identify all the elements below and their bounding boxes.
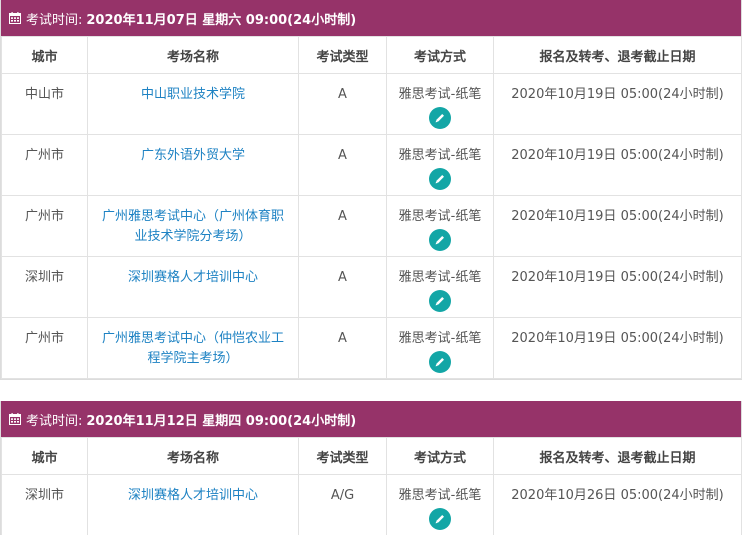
table-row: 广州市 广州雅思考试中心（广州体育职业技术学院分考场） A 雅思考试-纸笔 2020年1…	[1, 195, 742, 257]
venue-link[interactable]: 中山职业技术学院	[141, 87, 245, 102]
column-header-deadline: 报名及转考、退考截止日期	[493, 36, 742, 74]
session-header: 考试时间: 2020年11月07日 星期六 09:00(24小时制)	[1, 0, 741, 36]
exam-session: 考试时间: 2020年11月07日 星期六 09:00(24小时制) 城市 考场名称考…	[0, 0, 742, 380]
section-gap	[0, 380, 742, 401]
method-wrapper: 雅思考试-纸笔	[387, 85, 493, 129]
venue-link[interactable]: 深圳赛格人才培训中心	[128, 488, 258, 503]
venue-cell: 深圳赛格人才培训中心	[87, 256, 299, 318]
method-cell: 雅思考试-纸笔	[386, 195, 494, 257]
type-cell: A/G	[298, 474, 387, 535]
column-header-venue: 考场名称	[87, 437, 299, 475]
deadline-cell: 2020年10月19日 05:00(24小时制)	[493, 73, 742, 135]
table-header-row: 城市 考场名称 考试类型 考试方式 报名及转考、退考截止日期	[1, 437, 742, 475]
calendar-icon	[9, 413, 21, 425]
table-row: 广州市 广州雅思考试中心（仲恺农业工程学院主考场） A 雅思考试-纸笔 2020年10月…	[1, 317, 742, 379]
city-cell: 中山市	[1, 73, 88, 135]
register-button[interactable]	[429, 290, 451, 312]
method-wrapper: 雅思考试-纸笔	[387, 146, 493, 190]
table-row: 深圳市 深圳赛格人才培训中心 A 雅思考试-纸笔 2020年10月19日 05:00(2…	[1, 256, 742, 318]
table-row: 中山市 中山职业技术学院 A 雅思考试-纸笔 2020年10月19日 05:00(24小…	[1, 73, 742, 135]
pencil-icon	[434, 112, 446, 124]
table-row: 深圳市 深圳赛格人才培训中心 A/G 雅思考试-纸笔 2020年10月26日 05:00…	[1, 474, 742, 535]
method-cell: 雅思考试-纸笔	[386, 73, 494, 135]
venue-link[interactable]: 广东外语外贸大学	[141, 148, 245, 163]
method-wrapper: 雅思考试-纸笔	[387, 329, 493, 373]
city-cell: 广州市	[1, 134, 88, 196]
exam-time-label: 考试时间:	[26, 413, 83, 429]
venue-cell: 中山职业技术学院	[87, 73, 299, 135]
type-cell: A	[298, 73, 387, 135]
pencil-icon	[434, 234, 446, 246]
deadline-cell: 2020年10月19日 05:00(24小时制)	[493, 195, 742, 257]
exam-time-label: 考试时间:	[26, 12, 83, 28]
venue-cell: 深圳赛格人才培训中心	[87, 474, 299, 535]
method-wrapper: 雅思考试-纸笔	[387, 207, 493, 251]
table-row: 广州市 广东外语外贸大学 A 雅思考试-纸笔 2020年10月19日 05:00(24小…	[1, 134, 742, 196]
column-header-type: 考试类型	[298, 437, 387, 475]
pencil-icon	[434, 173, 446, 185]
method-wrapper: 雅思考试-纸笔	[387, 486, 493, 530]
type-cell: A	[298, 195, 387, 257]
method-text: 雅思考试-纸笔	[398, 209, 482, 224]
method-wrapper: 雅思考试-纸笔	[387, 268, 493, 312]
register-button[interactable]	[429, 229, 451, 251]
venue-table: 城市 考场名称 考试类型 考试方式 报名及转考、退考截止日期 中山市 中山职业技术学院 A 雅思…	[1, 36, 742, 379]
column-header-type: 考试类型	[298, 36, 387, 74]
method-text: 雅思考试-纸笔	[398, 270, 482, 285]
type-cell: A	[298, 317, 387, 379]
city-cell: 深圳市	[1, 474, 88, 535]
venue-cell: 广州雅思考试中心（广州体育职业技术学院分考场）	[87, 195, 299, 257]
venue-link[interactable]: 广州雅思考试中心（广州体育职业技术学院分考场）	[102, 209, 284, 244]
method-text: 雅思考试-纸笔	[398, 488, 482, 503]
column-header-method: 考试方式	[386, 437, 494, 475]
deadline-cell: 2020年10月19日 05:00(24小时制)	[493, 256, 742, 318]
method-text: 雅思考试-纸笔	[398, 331, 482, 346]
column-header-method: 考试方式	[386, 36, 494, 74]
exam-time-value: 2020年11月07日 星期六 09:00(24小时制)	[86, 12, 357, 28]
venue-table: 城市 考场名称 考试类型 考试方式 报名及转考、退考截止日期 深圳市 深圳赛格人才培训中心 A…	[1, 437, 742, 535]
register-button[interactable]	[429, 168, 451, 190]
venue-cell: 广州雅思考试中心（仲恺农业工程学院主考场）	[87, 317, 299, 379]
method-cell: 雅思考试-纸笔	[386, 474, 494, 535]
city-cell: 广州市	[1, 195, 88, 257]
type-cell: A	[298, 134, 387, 196]
register-button[interactable]	[429, 508, 451, 530]
exam-schedule: 考试时间: 2020年11月07日 星期六 09:00(24小时制) 城市 考场名称考…	[0, 0, 742, 535]
column-header-city: 城市	[1, 36, 88, 74]
pencil-icon	[434, 356, 446, 368]
method-cell: 雅思考试-纸笔	[386, 317, 494, 379]
city-cell: 深圳市	[1, 256, 88, 318]
column-header-deadline: 报名及转考、退考截止日期	[493, 437, 742, 475]
venue-link[interactable]: 深圳赛格人才培训中心	[128, 270, 258, 285]
calendar-icon	[9, 12, 21, 24]
method-cell: 雅思考试-纸笔	[386, 256, 494, 318]
city-cell: 广州市	[1, 317, 88, 379]
method-text: 雅思考试-纸笔	[398, 148, 482, 163]
deadline-cell: 2020年10月19日 05:00(24小时制)	[493, 317, 742, 379]
pencil-icon	[434, 513, 446, 525]
method-text: 雅思考试-纸笔	[398, 87, 482, 102]
pencil-icon	[434, 295, 446, 307]
register-button[interactable]	[429, 351, 451, 373]
session-header: 考试时间: 2020年11月12日 星期四 09:00(24小时制)	[1, 401, 741, 437]
register-button[interactable]	[429, 107, 451, 129]
exam-time-value: 2020年11月12日 星期四 09:00(24小时制)	[86, 413, 357, 429]
deadline-cell: 2020年10月19日 05:00(24小时制)	[493, 134, 742, 196]
method-cell: 雅思考试-纸笔	[386, 134, 494, 196]
type-cell: A	[298, 256, 387, 318]
venue-link[interactable]: 广州雅思考试中心（仲恺农业工程学院主考场）	[102, 331, 284, 366]
venue-cell: 广东外语外贸大学	[87, 134, 299, 196]
column-header-venue: 考场名称	[87, 36, 299, 74]
deadline-cell: 2020年10月26日 05:00(24小时制)	[493, 474, 742, 535]
column-header-city: 城市	[1, 437, 88, 475]
table-header-row: 城市 考场名称 考试类型 考试方式 报名及转考、退考截止日期	[1, 36, 742, 74]
exam-session: 考试时间: 2020年11月12日 星期四 09:00(24小时制) 城市 考场名称考…	[0, 401, 742, 535]
